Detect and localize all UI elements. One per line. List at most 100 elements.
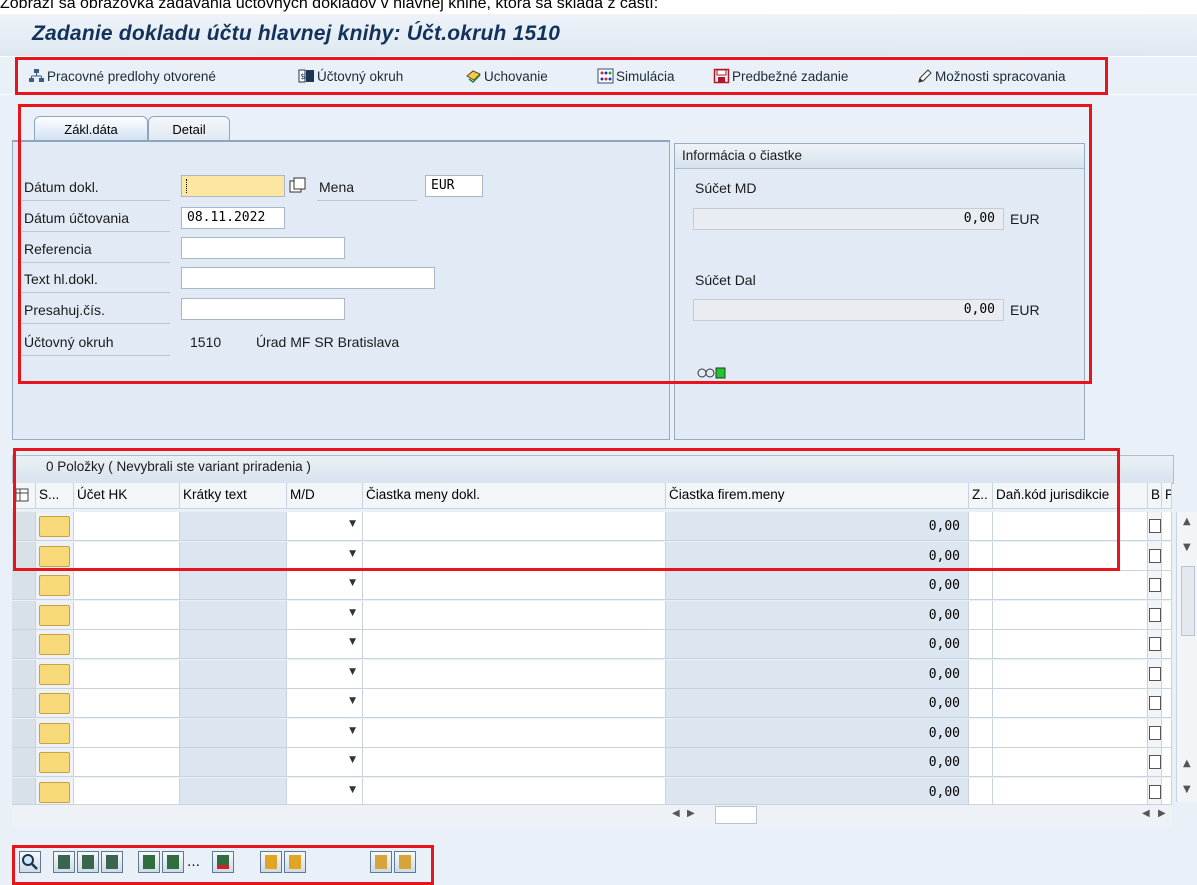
status-cell[interactable] — [39, 752, 70, 773]
col-z[interactable]: Z.. — [969, 483, 993, 508]
details-button[interactable] — [19, 851, 41, 873]
col-p[interactable]: P — [1162, 483, 1172, 508]
table-cell[interactable] — [1162, 777, 1172, 807]
table-cell[interactable] — [969, 689, 993, 718]
debit-credit-dropdown[interactable]: ▼ — [287, 748, 363, 777]
table-cell[interactable] — [36, 748, 74, 777]
table-cell[interactable] — [363, 571, 666, 600]
table-cell[interactable] — [74, 541, 180, 571]
table-cell[interactable] — [969, 600, 993, 630]
col-local-amount[interactable]: Čiastka firem.meny — [666, 483, 969, 508]
col-jurisdiction[interactable]: Daň.kód jurisdikcie — [993, 483, 1148, 508]
status-cell[interactable] — [39, 663, 70, 685]
row-selector[interactable] — [12, 777, 36, 807]
table-cell[interactable] — [363, 630, 666, 659]
table-cell[interactable] — [1162, 512, 1172, 541]
table-cell[interactable] — [363, 777, 666, 807]
chevron-down-icon[interactable]: ▼ — [349, 608, 356, 618]
copy-button[interactable] — [260, 851, 282, 873]
select-block-button[interactable] — [101, 851, 123, 873]
table-cell[interactable] — [74, 571, 180, 600]
chevron-down-icon[interactable]: ▼ — [349, 578, 356, 588]
table-cell[interactable] — [36, 571, 74, 600]
debit-credit-dropdown[interactable]: ▼ — [287, 777, 363, 807]
table-cell[interactable] — [969, 541, 993, 571]
table-cell[interactable] — [363, 718, 666, 748]
table-cell[interactable] — [363, 689, 666, 718]
table-cell[interactable] — [363, 659, 666, 689]
table-cell[interactable] — [993, 600, 1148, 630]
paste-button[interactable] — [284, 851, 306, 873]
table-cell[interactable] — [1148, 748, 1162, 777]
delete-row-button[interactable] — [212, 851, 234, 873]
table-cell[interactable] — [74, 748, 180, 777]
table-cell[interactable] — [36, 541, 74, 571]
chevron-down-icon[interactable]: ▼ — [349, 667, 356, 677]
table-cell[interactable] — [993, 541, 1148, 571]
table-cell[interactable] — [74, 512, 180, 541]
cross-cc-input[interactable] — [181, 298, 345, 320]
simulation-button[interactable]: Simulácia — [597, 66, 675, 86]
table-cell[interactable] — [74, 777, 180, 807]
table-cell[interactable] — [1148, 541, 1162, 571]
debit-credit-dropdown[interactable]: ▼ — [287, 512, 363, 541]
row-selector[interactable] — [12, 541, 36, 571]
table-cell[interactable] — [1148, 718, 1162, 748]
table-cell[interactable] — [36, 718, 74, 748]
row-checkbox[interactable] — [1149, 607, 1161, 622]
table-cell[interactable] — [74, 718, 180, 748]
h-scroll-thumb[interactable] — [715, 806, 757, 824]
table-cell[interactable] — [1162, 718, 1172, 748]
row-checkbox[interactable] — [1149, 755, 1161, 769]
table-cell[interactable] — [1162, 571, 1172, 600]
table-cell[interactable] — [993, 777, 1148, 807]
sort-button[interactable] — [370, 851, 392, 873]
table-cell[interactable] — [993, 689, 1148, 718]
table-settings-icon[interactable] — [12, 483, 36, 508]
status-cell[interactable] — [39, 604, 70, 626]
scroll-left-end-icon[interactable]: ◀ — [1142, 808, 1150, 819]
table-cell[interactable] — [1162, 600, 1172, 630]
debit-credit-dropdown[interactable]: ▼ — [287, 630, 363, 659]
table-cell[interactable] — [1148, 600, 1162, 630]
insert-row-button[interactable] — [138, 851, 160, 873]
table-cell[interactable] — [1162, 659, 1172, 689]
open-templates-button[interactable]: Pracovné predlohy otvorené — [28, 66, 216, 86]
status-cell[interactable] — [39, 575, 70, 596]
table-cell[interactable] — [1162, 748, 1172, 777]
chevron-down-icon[interactable]: ▼ — [349, 726, 356, 736]
table-cell[interactable] — [1148, 512, 1162, 541]
debit-credit-dropdown[interactable]: ▼ — [287, 718, 363, 748]
row-selector[interactable] — [12, 718, 36, 748]
table-cell[interactable] — [969, 512, 993, 541]
row-selector[interactable] — [12, 600, 36, 630]
table-cell[interactable] — [74, 659, 180, 689]
doc-date-input[interactable] — [181, 175, 285, 197]
table-cell[interactable] — [993, 748, 1148, 777]
table-cell[interactable] — [1148, 630, 1162, 659]
chevron-down-icon[interactable]: ▼ — [349, 549, 356, 559]
col-b[interactable]: B — [1148, 483, 1162, 508]
row-checkbox[interactable] — [1149, 519, 1161, 533]
editing-options-button[interactable]: Možnosti spracovania — [916, 66, 1066, 86]
debit-credit-dropdown[interactable]: ▼ — [287, 659, 363, 689]
row-selector[interactable] — [12, 748, 36, 777]
table-cell[interactable] — [993, 718, 1148, 748]
table-cell[interactable] — [969, 777, 993, 807]
filter-button[interactable] — [394, 851, 416, 873]
table-cell[interactable] — [363, 748, 666, 777]
table-cell[interactable] — [1148, 571, 1162, 600]
row-selector[interactable] — [12, 689, 36, 718]
header-text-input[interactable] — [181, 267, 435, 289]
status-cell[interactable] — [39, 781, 70, 803]
row-checkbox[interactable] — [1149, 725, 1161, 740]
debit-credit-dropdown[interactable]: ▼ — [287, 600, 363, 630]
scroll-left-icon[interactable]: ◀ — [672, 808, 680, 819]
tab-detail[interactable]: Detail — [148, 116, 230, 141]
status-cell[interactable] — [39, 545, 70, 567]
col-status[interactable]: S... — [36, 483, 74, 508]
col-debit-credit[interactable]: M/D — [287, 483, 363, 508]
chevron-down-icon[interactable]: ▼ — [349, 637, 356, 647]
status-cell[interactable] — [39, 634, 70, 655]
row-checkbox[interactable] — [1149, 696, 1161, 710]
